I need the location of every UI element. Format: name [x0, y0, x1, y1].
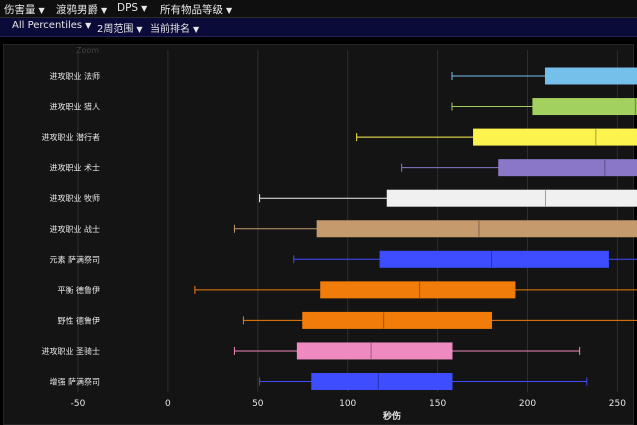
category-label: 进攻职业 圣骑士 — [41, 346, 100, 356]
iqr-box[interactable] — [311, 373, 453, 390]
category-label: 平衡 德鲁伊 — [57, 285, 100, 295]
iqr-box[interactable] — [498, 159, 637, 177]
x-tick-label: -50 — [71, 399, 86, 409]
category-label: 进攻职业 牧师 — [49, 193, 100, 203]
iqr-box[interactable] — [379, 250, 609, 268]
x-axis-title: 秒伤 — [383, 410, 401, 422]
x-tick-label: 250 — [609, 399, 626, 409]
category-label: 进攻职业 术士 — [49, 163, 100, 173]
x-tick-label: 150 — [429, 399, 446, 409]
x-tick-label: 100 — [339, 399, 356, 409]
x-tick-label: 200 — [519, 399, 536, 409]
iqr-box[interactable] — [320, 281, 516, 299]
category-label: 进攻职业 法师 — [49, 71, 100, 81]
iqr-box[interactable] — [473, 128, 637, 146]
iqr-box[interactable] — [544, 67, 637, 85]
category-label: 进攻职业 潜行者 — [41, 132, 100, 142]
iqr-box[interactable] — [302, 311, 493, 329]
category-label: 进攻职业 猎人 — [49, 102, 100, 112]
iqr-box[interactable] — [532, 98, 637, 116]
iqr-box[interactable] — [386, 189, 637, 207]
category-label: 元素 萨满祭司 — [49, 254, 100, 264]
iqr-box[interactable] — [296, 342, 453, 360]
box-plot-chart: -50050100150200250300350400450500550秒伤进攻… — [41, 50, 637, 422]
x-tick-label: 50 — [252, 399, 264, 409]
category-label: 进攻职业 战士 — [49, 224, 100, 234]
category-label: 增强 萨满祭司 — [49, 377, 100, 387]
x-tick-label: 0 — [165, 399, 171, 409]
iqr-box[interactable] — [316, 220, 637, 238]
category-label: 野性 德鲁伊 — [57, 315, 100, 325]
